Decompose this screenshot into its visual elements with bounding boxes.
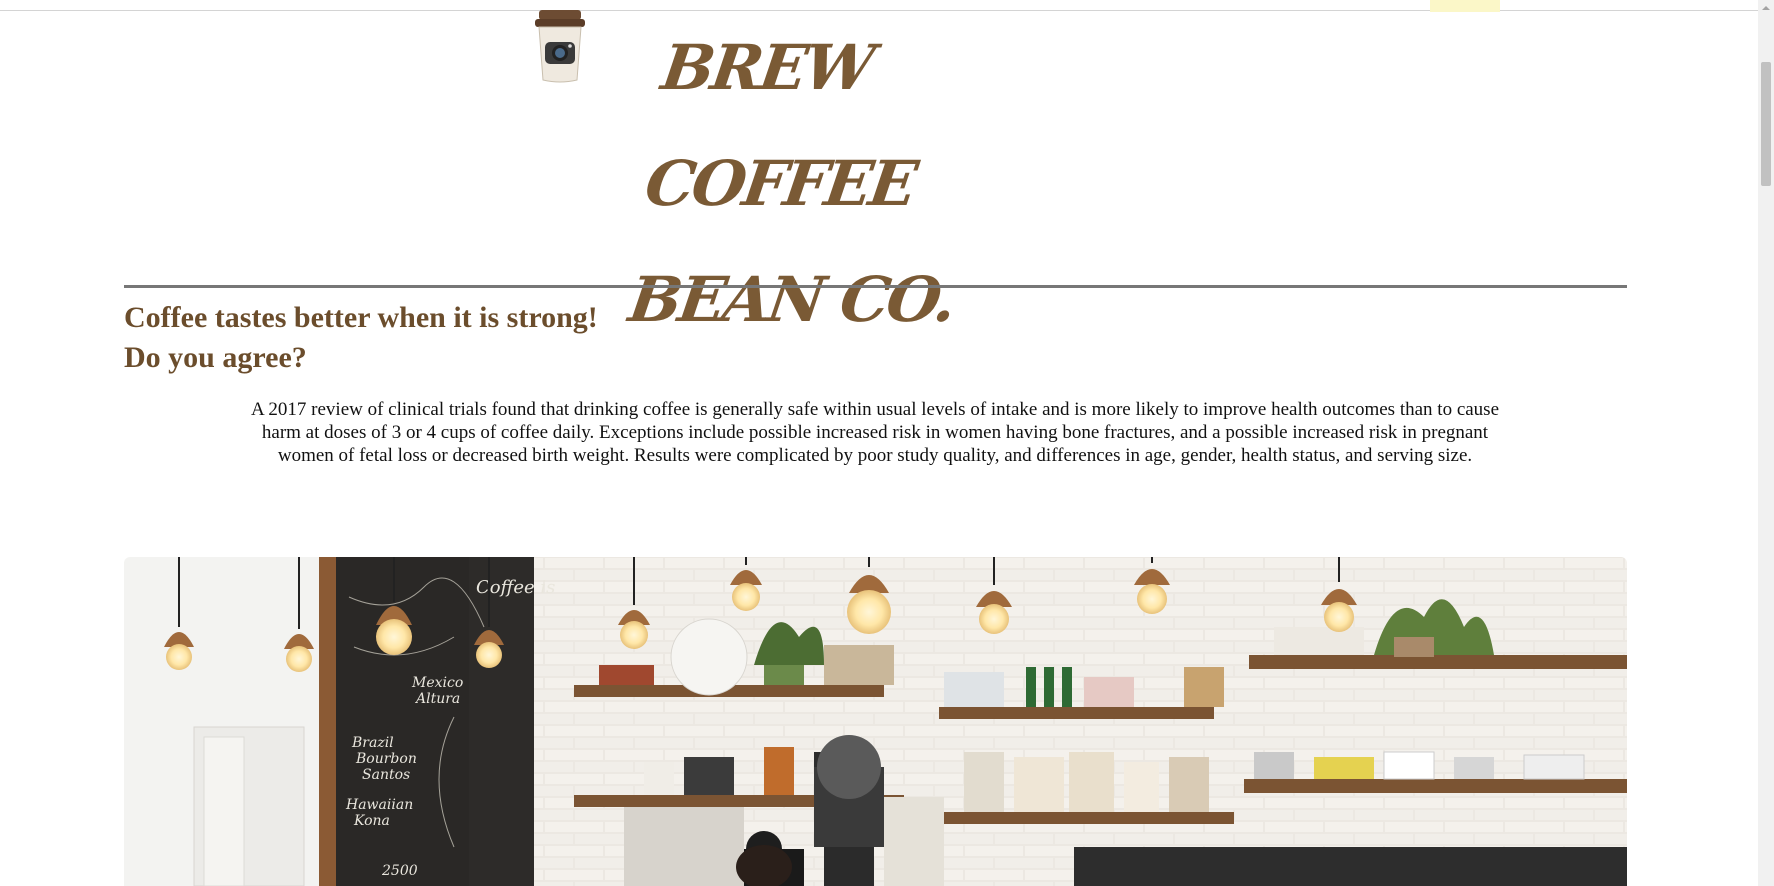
highlight-tab <box>1430 0 1500 12</box>
page-scrollbar[interactable] <box>1758 0 1774 886</box>
headline-line1: Coffee tastes better when it is strong! <box>124 301 598 334</box>
chalk-text-price: 2500 <box>381 863 418 879</box>
coffee-shop-hero-image: Brazil Bourbon Santos Mexico Altura Hawa… <box>124 557 1627 886</box>
coffee-cup-logo-icon[interactable] <box>533 8 587 84</box>
chalk-text-side-board: Coffee is <box>476 577 555 598</box>
brand-title-line1: BREW COFFEE <box>640 31 920 220</box>
scroll-thumb[interactable] <box>1761 62 1771 186</box>
section-divider <box>124 285 1627 288</box>
intro-paragraph: A 2017 review of clinical trials found t… <box>250 399 1500 466</box>
scroll-up-arrow-icon[interactable] <box>1758 0 1774 16</box>
headline: Coffee tastes better when it is strong! … <box>124 298 598 378</box>
chalk-text-altura: Altura <box>414 691 460 707</box>
chalk-text-santos: Santos <box>362 767 410 783</box>
brand-title: BREW COFFEE BEAN CO. <box>622 10 1111 358</box>
brand-title-line2: BEAN CO. <box>624 263 959 336</box>
chalk-text-brazil: Brazil <box>351 735 394 751</box>
chalk-text-hawaiian: Hawaiian <box>345 797 413 813</box>
chalk-text-bourbon: Bourbon <box>355 751 417 767</box>
chalk-text-mexico: Mexico <box>411 675 463 691</box>
headline-line2: Do you agree? <box>124 341 307 374</box>
chalk-text-kona: Kona <box>353 813 390 829</box>
